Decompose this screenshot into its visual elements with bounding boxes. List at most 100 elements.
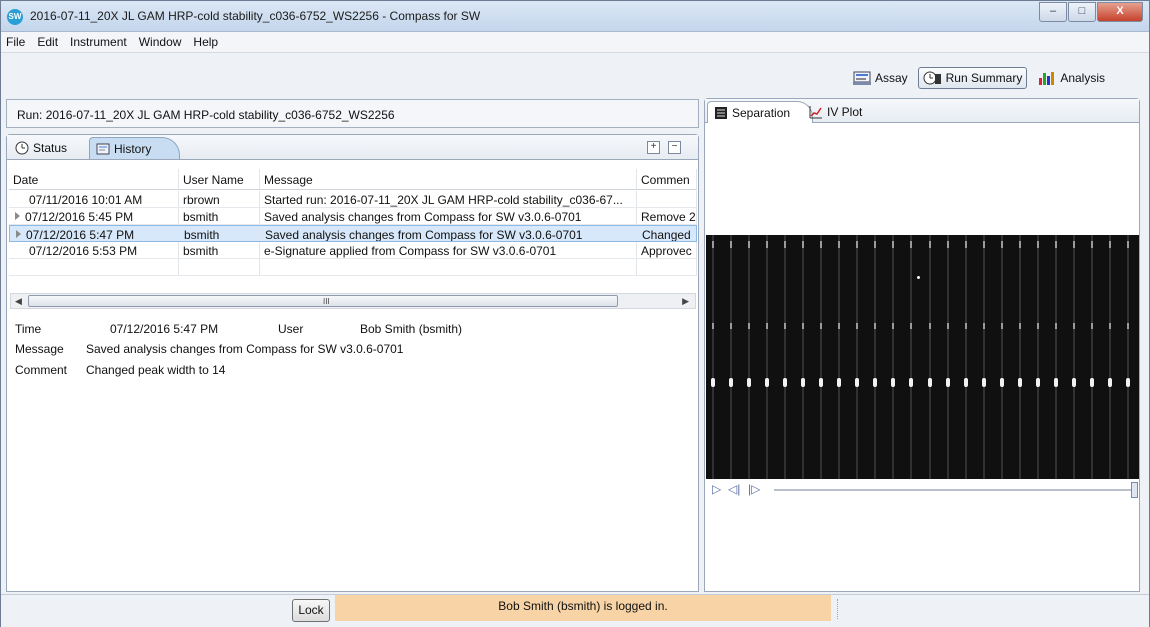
menu-file[interactable]: File [6,35,25,49]
menu-help[interactable]: Help [193,35,218,49]
peak-band [801,378,805,387]
run-summary-perspective-button[interactable]: Run Summary [917,67,1028,89]
menu-edit[interactable]: Edit [37,35,58,49]
run-name: 2016-07-11_20X JL GAM HRP-cold stability… [45,108,395,122]
marker-band [1055,323,1057,329]
tab-history[interactable]: History [89,137,181,159]
assay-perspective-button[interactable]: Assay [848,68,912,88]
minimize-button[interactable]: – [1039,2,1067,22]
capillary-lane [892,235,894,479]
marker-band [712,241,714,248]
scroll-grip-icon: III [323,297,330,306]
analysis-icon [1037,70,1057,86]
marker-band [766,323,768,329]
assay-icon [852,70,872,86]
marker-band [929,323,931,329]
marker-band [784,323,786,329]
lock-button[interactable]: Lock [292,599,330,622]
maximize-button[interactable]: □ [1068,2,1096,22]
marker-band [965,323,967,329]
comment-label: Comment [15,363,68,377]
cell-empty [260,259,637,275]
peak-band [891,378,895,387]
time-value: 07/12/2016 5:47 PM [110,322,219,336]
marker-band [1019,323,1021,329]
marker-band [1001,323,1003,329]
peak-band [729,378,733,387]
marker-band [1109,323,1111,329]
column-header-message[interactable]: Message [260,169,637,189]
column-header-comment[interactable]: Commen [637,169,697,189]
capillary-lane [1127,235,1129,479]
marker-band [929,241,931,248]
capillary-lane [983,235,985,479]
capillary-lane [802,235,804,479]
peak-band [946,378,950,387]
capillary-lane [1073,235,1075,479]
column-header-date[interactable]: Date [9,169,179,189]
marker-band [748,241,750,248]
marker-band [1001,241,1003,248]
clock-icon [15,141,29,155]
cell-empty [9,259,179,275]
table-row[interactable]: 07/12/2016 5:45 PM bsmith Saved analysis… [9,208,697,225]
collapse-all-button[interactable]: − [668,141,681,154]
marker-band [1109,241,1111,248]
comment-value: Changed peak width to 14 [86,363,226,377]
marker-band [1055,241,1057,248]
marker-band [1037,323,1039,329]
analysis-label: Analysis [1060,71,1105,85]
menu-bar: File Edit Instrument Window Help [1,32,1149,53]
step-back-button[interactable]: ◁| [728,482,740,496]
separation-icon [714,106,728,120]
peak-band [765,378,769,387]
expand-all-button[interactable]: + [647,141,660,154]
marker-band [730,323,732,329]
left-tab-strip: Status History + − [7,135,698,160]
marker-band [1073,241,1075,248]
peak-band [1000,378,1004,387]
tab-iv-plot-label: IV Plot [827,105,863,119]
capillary-lane [965,235,967,479]
play-button[interactable]: ▷ [712,482,721,496]
scroll-right-icon[interactable]: ▶ [682,296,689,307]
close-button[interactable]: X [1097,2,1143,22]
table-header: Date User Name Message Commen [9,169,697,190]
marker-band [784,241,786,248]
frame-slider-handle[interactable] [1131,482,1138,498]
column-header-user-name[interactable]: User Name [179,169,260,189]
table-row-selected[interactable]: 07/12/2016 5:47 PM bsmith Saved analysis… [9,225,697,242]
cell-date: 07/12/2016 5:45 PM [9,208,179,224]
step-forward-button[interactable]: |▷ [748,482,760,496]
capillary-lane [838,235,840,479]
capillary-lane [1109,235,1111,479]
cell-message: Saved analysis changes from Compass for … [260,208,637,224]
scroll-left-icon[interactable]: ◀ [15,296,22,307]
message-label: Message [15,342,64,356]
peak-band [1126,378,1130,387]
tab-iv-plot[interactable]: IV Plot [803,101,868,123]
marker-band [965,241,967,248]
marker-band [1019,241,1021,248]
capillary-lane [856,235,858,479]
scroll-thumb[interactable]: III [28,295,618,307]
assay-label: Assay [874,71,908,85]
cell-user: bsmith [179,208,260,224]
perspective-switcher: Assay Run Summary Analysis [842,65,1109,91]
table-row[interactable]: 07/11/2016 10:01 AM rbrown Started run: … [9,191,697,208]
marker-band [730,241,732,248]
tab-status[interactable]: Status [9,137,73,159]
capillary-lane [784,235,786,479]
marker-band [874,323,876,329]
peak-band [964,378,968,387]
cell-user: bsmith [179,242,260,258]
peak-band [1018,378,1022,387]
marker-band [748,323,750,329]
menu-instrument[interactable]: Instrument [70,35,127,49]
analysis-perspective-button[interactable]: Analysis [1033,68,1109,88]
frame-slider-track[interactable] [774,489,1131,491]
tab-separation[interactable]: Separation [707,101,814,123]
table-row[interactable]: 07/12/2016 5:53 PM bsmith e-Signature ap… [9,242,697,259]
horizontal-scrollbar[interactable]: ◀ III ▶ [10,293,696,309]
menu-window[interactable]: Window [139,35,182,49]
